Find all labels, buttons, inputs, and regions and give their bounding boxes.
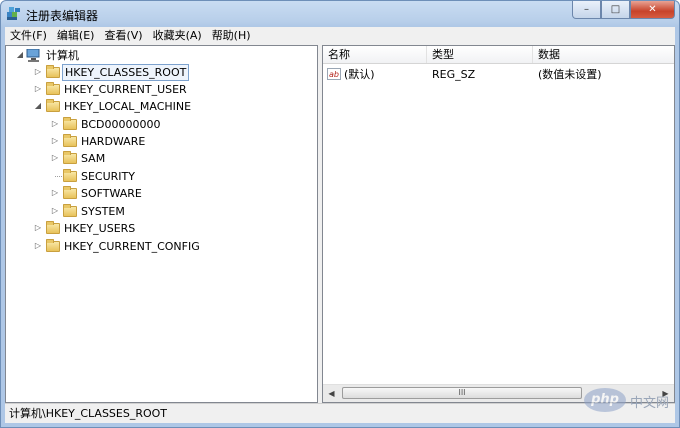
menu-edit[interactable]: 编辑(E) xyxy=(52,27,100,45)
registry-editor-window: 注册表编辑器 – □ ✕ 文件(F) 编辑(E) 查看(V) 收藏夹(A) 帮助… xyxy=(0,0,680,428)
status-path: 计算机\HKEY_CLASSES_ROOT xyxy=(9,407,168,420)
folder-icon xyxy=(63,169,77,182)
menu-bar: 文件(F) 编辑(E) 查看(V) 收藏夹(A) 帮助(H) xyxy=(5,27,675,46)
folder-open-icon xyxy=(46,99,60,112)
table-row[interactable]: ab (默认) REG_SZ (数值未设置) xyxy=(323,66,674,83)
menu-favorites[interactable]: 收藏夹(A) xyxy=(148,27,207,45)
column-header-type[interactable]: 类型 xyxy=(427,46,533,63)
collapse-arrow-icon[interactable]: ◢ xyxy=(16,51,24,59)
expand-arrow-icon[interactable]: ▷ xyxy=(34,224,42,232)
folder-icon xyxy=(46,82,60,95)
watermark: php 中文网 xyxy=(584,386,678,416)
tree-label-hku: HKEY_USERS xyxy=(64,222,136,235)
expand-arrow-icon[interactable]: ▷ xyxy=(34,68,42,76)
status-bar: 计算机\HKEY_CLASSES_ROOT xyxy=(5,403,675,423)
folder-icon xyxy=(63,186,77,199)
tree-label-computer: 计算机 xyxy=(46,49,79,62)
tree-connector xyxy=(55,176,62,177)
tree-label-hkcc: HKEY_CURRENT_CONFIG xyxy=(64,240,200,253)
expand-arrow-icon[interactable]: ▷ xyxy=(34,242,42,250)
expand-arrow-icon[interactable]: ▷ xyxy=(34,85,42,93)
folder-icon xyxy=(46,221,60,234)
expand-arrow-icon[interactable]: ▷ xyxy=(51,154,59,162)
scroll-thumb[interactable]: III xyxy=(342,387,582,399)
registry-tree[interactable]: ◢ 计算机 ▷ HKEY_CLASSES_ROOT ▷ HKEY_CURRENT… xyxy=(5,45,318,403)
expand-arrow-icon[interactable]: ▷ xyxy=(51,189,59,197)
tree-label-bcd: BCD00000000 xyxy=(81,118,161,131)
folder-icon xyxy=(63,151,77,164)
folder-icon xyxy=(63,204,77,217)
php-logo: php xyxy=(584,388,626,412)
expand-arrow-icon[interactable]: ▷ xyxy=(51,207,59,215)
maximize-button[interactable]: □ xyxy=(601,1,630,19)
watermark-text: 中文网 xyxy=(630,396,670,411)
registry-editor-icon xyxy=(7,7,20,20)
expand-arrow-icon[interactable]: ▷ xyxy=(51,137,59,145)
menu-view[interactable]: 查看(V) xyxy=(99,27,147,45)
folder-icon xyxy=(63,134,77,147)
column-header-data[interactable]: 数据 xyxy=(533,46,674,63)
tree-label-hklm: HKEY_LOCAL_MACHINE xyxy=(64,100,192,113)
value-data: (数值未设置) xyxy=(538,68,602,81)
window-title: 注册表编辑器 xyxy=(26,9,99,23)
tree-label-hkcr: HKEY_CLASSES_ROOT xyxy=(62,64,190,81)
values-list[interactable]: 名称 类型 数据 ab (默认) REG_SZ (数值未设置) ◀ III ▶ xyxy=(322,45,675,403)
menu-file[interactable]: 文件(F) xyxy=(5,27,52,45)
tree-label-security: SECURITY xyxy=(81,170,135,183)
menu-help[interactable]: 帮助(H) xyxy=(207,27,256,45)
minimize-button[interactable]: – xyxy=(572,1,601,19)
value-name: (默认) xyxy=(344,68,375,81)
tree-label-software: SOFTWARE xyxy=(81,187,142,200)
folder-icon xyxy=(63,117,77,130)
list-header: 名称 类型 数据 xyxy=(323,46,674,64)
collapse-arrow-icon[interactable]: ◢ xyxy=(34,102,42,110)
tree-label-sam: SAM xyxy=(81,152,106,165)
tree-label-system: SYSTEM xyxy=(81,205,125,218)
computer-icon xyxy=(26,49,40,62)
folder-icon xyxy=(46,239,60,252)
string-value-icon: ab xyxy=(327,68,341,80)
scroll-left-icon[interactable]: ◀ xyxy=(323,385,340,402)
tree-label-hkcu: HKEY_CURRENT_USER xyxy=(64,83,187,96)
folder-icon xyxy=(46,65,60,78)
expand-arrow-icon[interactable]: ▷ xyxy=(51,120,59,128)
title-bar[interactable]: 注册表编辑器 – □ ✕ xyxy=(1,1,679,27)
tree-label-hardware: HARDWARE xyxy=(81,135,146,148)
column-header-name[interactable]: 名称 xyxy=(323,46,427,63)
close-button[interactable]: ✕ xyxy=(630,1,675,19)
value-type: REG_SZ xyxy=(432,68,476,81)
